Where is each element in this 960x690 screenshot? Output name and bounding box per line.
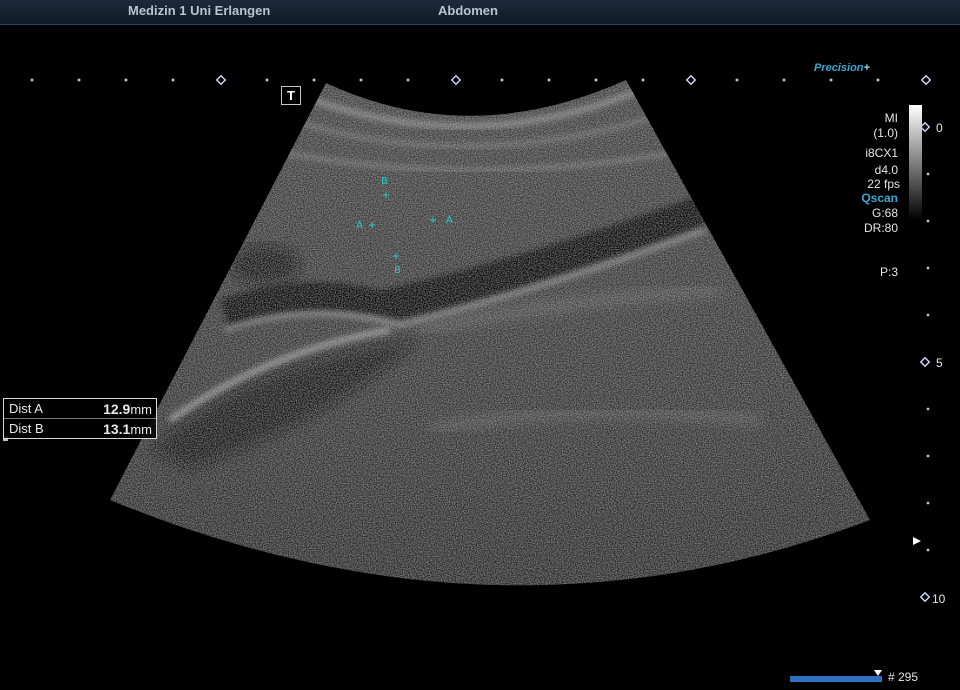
qscan-label: Qscan	[861, 191, 898, 205]
power-label: P:3	[879, 265, 898, 279]
sector-image	[110, 80, 870, 586]
caliper-label-a-right: A	[446, 215, 453, 226]
precision-plus-label: Precision+	[814, 62, 870, 74]
measurement-row-dist-b[interactable]: Dist B 13.1mm	[4, 418, 156, 438]
dynamic-range-label: DR:80	[863, 221, 898, 235]
frame-counter: # 295	[888, 670, 919, 684]
depth-label-5: 5	[936, 356, 943, 370]
frame-rate-label: 22 fps	[867, 177, 900, 191]
gray-scale-bar	[909, 105, 922, 220]
depth-label: d4.0	[874, 163, 898, 177]
measurement-label: Dist A	[9, 401, 43, 416]
measurement-value: 12.9mm	[103, 400, 152, 417]
mi-label: MI	[884, 111, 898, 125]
measurement-value: 13.1mm	[103, 420, 152, 437]
caliper-label-b-bottom: B	[394, 265, 401, 276]
caliper-label-a-left: A	[356, 220, 363, 231]
mi-value: (1.0)	[873, 126, 898, 140]
cine-progress-bar[interactable]	[790, 676, 882, 682]
lateral-ruler	[30, 74, 932, 86]
t-marker[interactable]: T	[281, 86, 301, 105]
gain-label: G:68	[871, 206, 898, 220]
depth-label-10: 10	[932, 592, 946, 606]
probe-label: i8CX1	[865, 146, 898, 160]
measurement-box[interactable]: Dist A 12.9mm Dist B 13.1mm	[3, 398, 157, 439]
measurement-row-dist-a[interactable]: Dist A 12.9mm	[4, 399, 156, 418]
caliper-label-b-top: B	[381, 176, 388, 187]
measurement-label: Dist B	[9, 421, 44, 436]
ultrasound-image[interactable]	[0, 0, 960, 690]
depth-label-0: 0	[936, 121, 943, 135]
